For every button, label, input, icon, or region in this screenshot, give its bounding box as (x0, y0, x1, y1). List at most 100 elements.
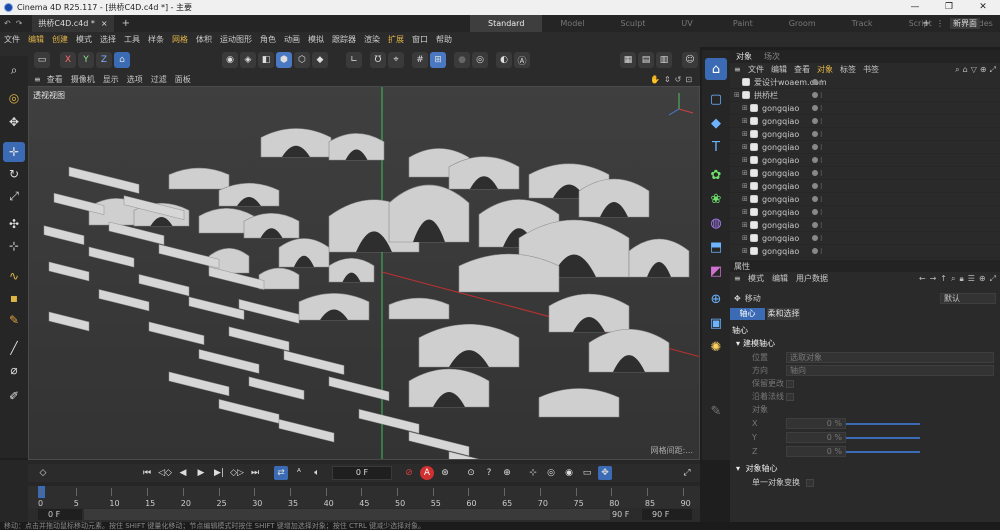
loop-icon[interactable]: ⇄ (274, 466, 288, 480)
expand-icon[interactable]: ⊞ (742, 247, 750, 255)
param-key-icon[interactable]: ⊹ (526, 466, 540, 480)
coordinate-system-icon[interactable]: ⌂ (114, 52, 130, 68)
expand-icon[interactable]: ⊞ (742, 221, 750, 229)
shader-ball-icon[interactable]: ☺ (682, 52, 698, 68)
rotate-tool-icon[interactable]: ↻ (3, 164, 25, 184)
object-row[interactable]: ⊞ gongqiao ⁝ (730, 232, 1000, 245)
object-row[interactable]: ⊞ gongqiao ⁝ (730, 167, 1000, 180)
object-row[interactable]: ⊞ gongqiao ⁝ (730, 102, 1000, 115)
layout-tab-4[interactable]: Paint (715, 15, 771, 32)
object-row[interactable]: ⊞ gongqiao ⁝ (730, 245, 1000, 258)
zoom-icon[interactable]: ⇕ (664, 75, 671, 84)
menu-item-14[interactable]: 渲染 (364, 34, 380, 45)
visibility-dots-icon[interactable]: ⁝ (820, 195, 840, 204)
volume-icon[interactable]: ◩ (705, 260, 727, 282)
layout-tab-1[interactable]: Model (542, 15, 602, 32)
snap-icon[interactable]: # (412, 52, 428, 68)
object-row[interactable]: ⊞ gongqiao ⁝ (730, 141, 1000, 154)
null-object-icon[interactable]: ⌂ (705, 58, 727, 80)
menu-item-10[interactable]: 角色 (260, 34, 276, 45)
view-menu-item-2[interactable]: 显示 (103, 74, 119, 85)
play-icon[interactable]: ▶ (194, 466, 208, 480)
visibility-dots-icon[interactable]: ⁝ (820, 208, 840, 217)
object-menu-item-3[interactable]: 对象 (817, 64, 833, 75)
expand-icon[interactable]: ⤢ (990, 65, 996, 75)
menu-item-16[interactable]: 窗口 (412, 34, 428, 45)
move-pivot-icon[interactable]: ✥ (3, 112, 25, 132)
keep-checkbox[interactable] (786, 379, 794, 388)
visibility-dots-icon[interactable]: ⁝ (820, 78, 840, 87)
sculpt-brush-icon[interactable]: ✐ (3, 386, 25, 406)
object-menu-item-0[interactable]: 文件 (748, 64, 764, 75)
object-menu-item-1[interactable]: 编辑 (771, 64, 787, 75)
current-frame-field[interactable]: 0 F (332, 466, 392, 480)
expand-icon[interactable]: ⊞ (742, 156, 750, 164)
view-menu-item-4[interactable]: 过滤 (151, 74, 167, 85)
pan-icon[interactable]: ✋ (650, 75, 660, 84)
spline-pen-icon[interactable]: ∿ (3, 266, 25, 286)
record-icon[interactable]: ⊘ (402, 466, 416, 480)
move-tool-icon[interactable]: ✛ (3, 142, 25, 162)
expand-icon[interactable]: ⊞ (742, 130, 750, 138)
filter-icon[interactable]: ▽ (971, 65, 977, 75)
mograph-icon[interactable]: ❀ (705, 188, 727, 210)
light-icon[interactable]: ✺ (705, 336, 727, 358)
expand-icon[interactable]: ⊞ (742, 182, 750, 190)
motion-mix-icon[interactable]: ▭ (580, 466, 594, 480)
visibility-dots-icon[interactable]: ⁝ (820, 169, 840, 178)
menu-item-7[interactable]: 网格 (172, 34, 188, 45)
menu-item-12[interactable]: 模拟 (308, 34, 324, 45)
expand-icon[interactable]: ⊞ (742, 234, 750, 242)
x-axis-lock-icon[interactable]: X (60, 52, 76, 68)
edges-mode-icon[interactable]: ⬡ (294, 52, 310, 68)
next-key-icon[interactable]: ◇▷ (230, 466, 244, 480)
add-layout-icon[interactable]: + (922, 15, 930, 32)
object-row[interactable]: ⊞ gongqiao ⁝ (730, 154, 1000, 167)
along-checkbox[interactable] (786, 392, 794, 401)
single-checkbox[interactable] (806, 478, 814, 487)
visibility-dots-icon[interactable]: ⁝ (820, 156, 840, 165)
object-menu-item-4[interactable]: 标签 (840, 64, 856, 75)
magnet-tool-icon[interactable]: ⌀ (3, 360, 25, 380)
workplane-icon[interactable]: ● (454, 52, 470, 68)
view-menu-item-1[interactable]: 摄像机 (71, 74, 95, 85)
sound-mode-icon[interactable]: ᴬ (292, 466, 306, 480)
y-slider[interactable] (846, 437, 920, 439)
visibility-dots-icon[interactable]: ⁝ (820, 221, 840, 230)
object-row[interactable]: 爱设计woaem.com ⁝ (730, 76, 1000, 89)
menu-item-8[interactable]: 体积 (196, 34, 212, 45)
view-menu-item-5[interactable]: 面板 (175, 74, 191, 85)
expand-icon[interactable]: ⊞ (742, 169, 750, 177)
keyframe-selection-icon[interactable]: ⊛ (438, 466, 452, 480)
object-mode-icon[interactable]: ◈ (240, 52, 256, 68)
next-frame-icon[interactable]: ▶| (212, 466, 226, 480)
chevron-down-icon[interactable]: ▾ (736, 464, 740, 473)
close-button[interactable]: ✕ (966, 0, 1000, 15)
time-ruler[interactable]: 0 5 10 15 20 25 30 35 40 45 50 55 60 65 70 75 80 85 90 (28, 486, 700, 508)
visibility-dots-icon[interactable]: ⁝ (820, 117, 840, 126)
locked-workplane-icon[interactable]: ◎ (472, 52, 488, 68)
menu-item-17[interactable]: 帮助 (436, 34, 452, 45)
layout-tab-5[interactable]: Groom (771, 15, 834, 32)
solo-mode-icon[interactable]: ⌖ (388, 52, 404, 68)
menu-item-3[interactable]: 模式 (76, 34, 92, 45)
environment-icon[interactable]: ⊕ (705, 288, 727, 310)
transform-tool-icon[interactable]: ✣ (3, 214, 25, 234)
expand-icon[interactable]: ⤢ (990, 274, 996, 284)
end-field[interactable]: 90 F (612, 509, 632, 520)
expand-icon[interactable]: ⊞ (742, 208, 750, 216)
menu-item-0[interactable]: 文件 (4, 34, 20, 45)
up-icon[interactable]: ↑ (940, 274, 947, 284)
scale-tool-icon[interactable]: ⤢ (3, 186, 25, 206)
visibility-dots-icon[interactable]: ⁝ (820, 130, 840, 139)
dir-select[interactable]: 轴向 (786, 365, 994, 376)
hamburger-icon[interactable]: ≡ (734, 274, 741, 283)
z-input[interactable]: 0 % (786, 446, 846, 457)
visibility-dots-icon[interactable]: ⁝ (820, 182, 840, 191)
knife-tool-icon[interactable]: ╱ (3, 338, 25, 358)
tweak-mode-icon[interactable]: Ʊ (370, 52, 386, 68)
search-icon[interactable]: ⌕ (955, 65, 959, 75)
maximize-view-icon[interactable]: ⊡ (685, 75, 692, 84)
cube-icon[interactable]: ▢ (705, 88, 727, 110)
add-tab-button[interactable]: + (122, 18, 130, 29)
